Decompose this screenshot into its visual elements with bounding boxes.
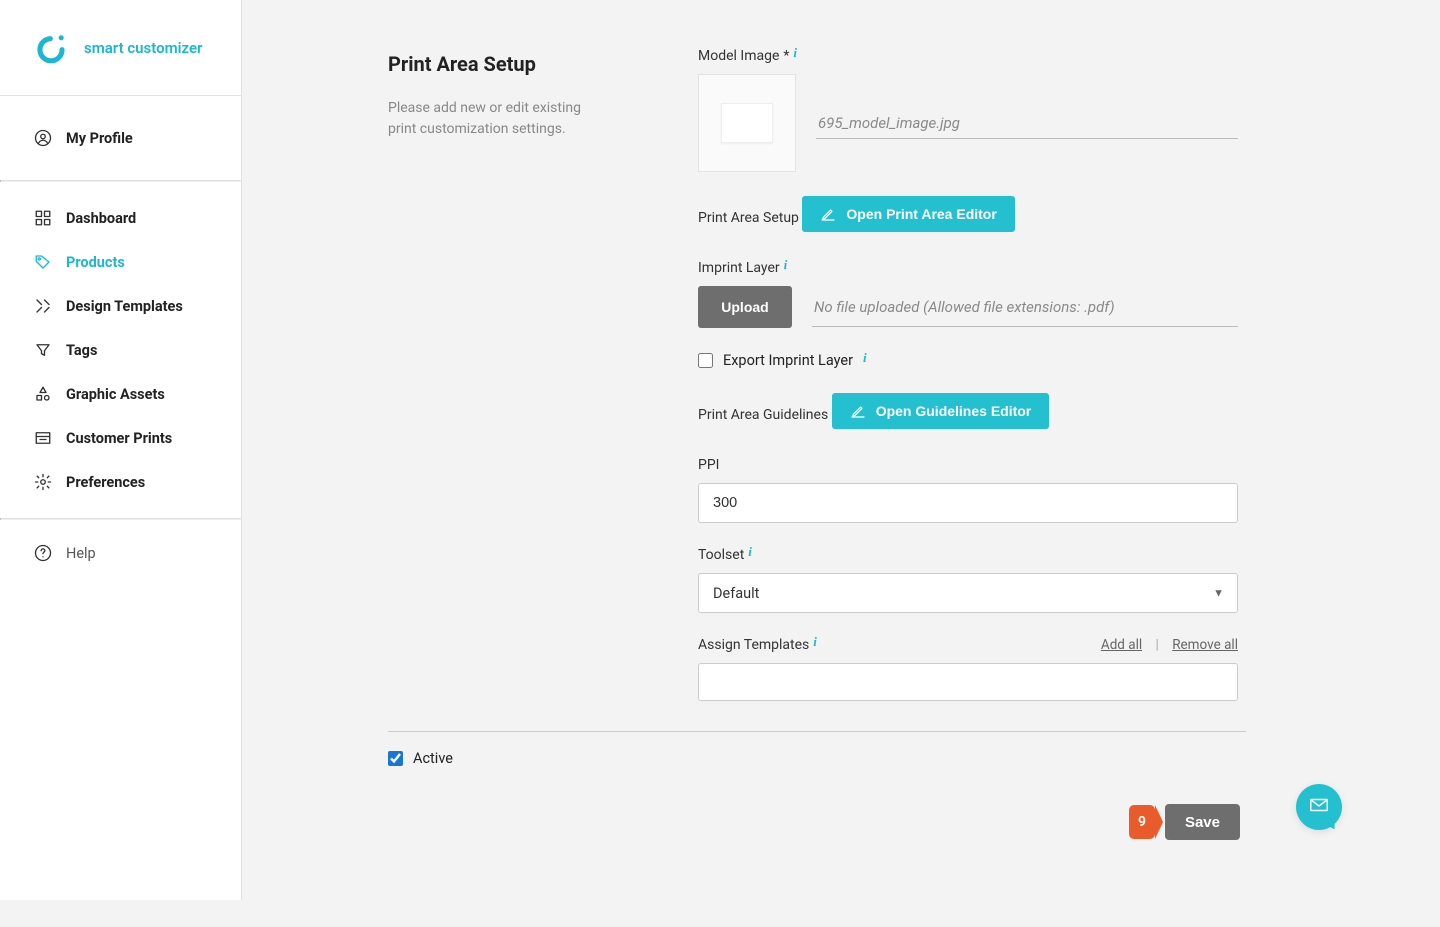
label-text: Model Image [698,48,779,64]
field-label: Imprint Layer i [698,260,787,276]
gear-icon [34,473,52,491]
field-label: Toolset i [698,547,752,563]
active-checkbox-row[interactable]: Active [388,750,1246,767]
select-value: Default [713,585,759,602]
divider [388,731,1246,732]
button-label: Save [1185,814,1220,831]
prints-icon [34,429,52,447]
sidebar-item-label: Graphic Assets [66,386,165,403]
checkbox-label: Export Imprint Layer [723,352,853,369]
label-text: Imprint Layer [698,260,780,276]
field-export-imprint-layer: Export Imprint Layer i [698,352,1238,369]
brand-logo[interactable]: smart customizer [0,0,241,96]
sidebar-item-label: Preferences [66,474,145,491]
pencil-icon [820,206,836,222]
required-indicator: * [783,48,789,64]
chat-support-button[interactable] [1296,784,1342,830]
templates-icon [34,297,52,315]
field-print-area-guidelines: Print Area Guidelines Open Guidelines Ed… [698,393,1238,433]
pencil-icon [850,403,866,419]
sidebar-item-label: Products [66,254,125,271]
upload-status-text: No file uploaded (Allowed file extension… [812,288,1238,327]
field-label: Print Area Guidelines [698,407,828,423]
open-guidelines-editor-button[interactable]: Open Guidelines Editor [832,393,1050,429]
sidebar-item-help[interactable]: Help [0,520,241,586]
page-title: Print Area Setup [388,52,698,76]
assign-templates-box[interactable] [698,663,1238,701]
field-print-area-setup: Print Area Setup Open Print Area Editor [698,196,1238,236]
checkbox-label: Active [413,750,453,767]
pending-count-badge: 9 [1129,805,1155,839]
remove-all-link[interactable]: Remove all [1172,637,1238,653]
sidebar-item-dashboard[interactable]: Dashboard [0,196,241,240]
active-checkbox[interactable] [388,751,403,766]
field-label: Print Area Setup [698,210,799,226]
info-icon[interactable]: i [784,257,788,273]
button-label: Open Print Area Editor [846,206,996,222]
profile-icon [34,129,52,147]
field-label: PPI [698,457,719,473]
label-text: Assign Templates [698,637,809,653]
field-model-image: Model Image * i 695_model_image.jpg [698,48,1238,172]
sidebar-item-design-templates[interactable]: Design Templates [0,284,241,328]
sidebar-item-products[interactable]: Products [0,240,241,284]
sidebar-item-graphic-assets[interactable]: Graphic Assets [0,372,241,416]
sidebar-item-customer-prints[interactable]: Customer Prints [0,416,241,460]
logo-icon [34,31,68,65]
image-placeholder-icon [721,103,773,143]
save-area: 9 Save [1129,804,1240,840]
label-text: Toolset [698,547,744,563]
sidebar-item-label: Dashboard [66,210,136,227]
field-toolset: Toolset i Default ▼ [698,547,1238,613]
badge-value: 9 [1138,814,1146,830]
mail-icon [1308,794,1330,820]
field-assign-templates: Assign Templates i Add all | Remove all [698,637,1238,701]
upload-button[interactable]: Upload [698,286,792,328]
save-button[interactable]: Save [1165,804,1240,840]
filter-icon [34,341,52,359]
field-label: Model Image * i [698,48,797,64]
model-image-thumbnail[interactable] [698,74,796,172]
info-icon[interactable]: i [793,45,797,61]
model-image-filename: 695_model_image.jpg [816,108,1238,139]
add-all-link[interactable]: Add all [1101,637,1142,653]
page-description: Please add new or edit existing print cu… [388,98,588,140]
sidebar-item-label: Customer Prints [66,430,172,447]
sidebar-item-label: Help [66,545,96,562]
open-print-area-editor-button[interactable]: Open Print Area Editor [802,196,1014,232]
dashboard-icon [34,209,52,227]
ppi-input[interactable] [698,483,1238,523]
toolset-select[interactable]: Default [698,573,1238,613]
field-imprint-layer: Imprint Layer i Upload No file uploaded … [698,260,1238,328]
export-imprint-layer-checkbox-row[interactable]: Export Imprint Layer i [698,352,1238,369]
sidebar-item-label: Tags [66,342,97,359]
separator: | [1156,637,1159,653]
info-icon[interactable]: i [863,350,867,366]
field-label: Assign Templates i [698,637,817,653]
sidebar-item-label: Design Templates [66,298,183,315]
brand-name: smart customizer [84,39,202,57]
info-icon[interactable]: i [813,634,817,650]
tag-icon [34,253,52,271]
button-label: Upload [721,299,768,315]
help-icon [34,544,52,562]
sidebar-item-profile[interactable]: My Profile [0,96,241,180]
field-ppi: PPI [698,457,1238,523]
sidebar-item-preferences[interactable]: Preferences [0,460,241,504]
main-content: Print Area Setup Please add new or edit … [242,0,1440,927]
export-imprint-layer-checkbox[interactable] [698,353,713,368]
info-icon[interactable]: i [748,544,752,560]
sidebar-item-label: My Profile [66,130,133,147]
shapes-icon [34,385,52,403]
sidebar-item-tags[interactable]: Tags [0,328,241,372]
button-label: Open Guidelines Editor [876,403,1032,419]
sidebar: smart customizer My Profile Dashboard Pr… [0,0,242,900]
template-link-actions: Add all | Remove all [1101,637,1238,653]
